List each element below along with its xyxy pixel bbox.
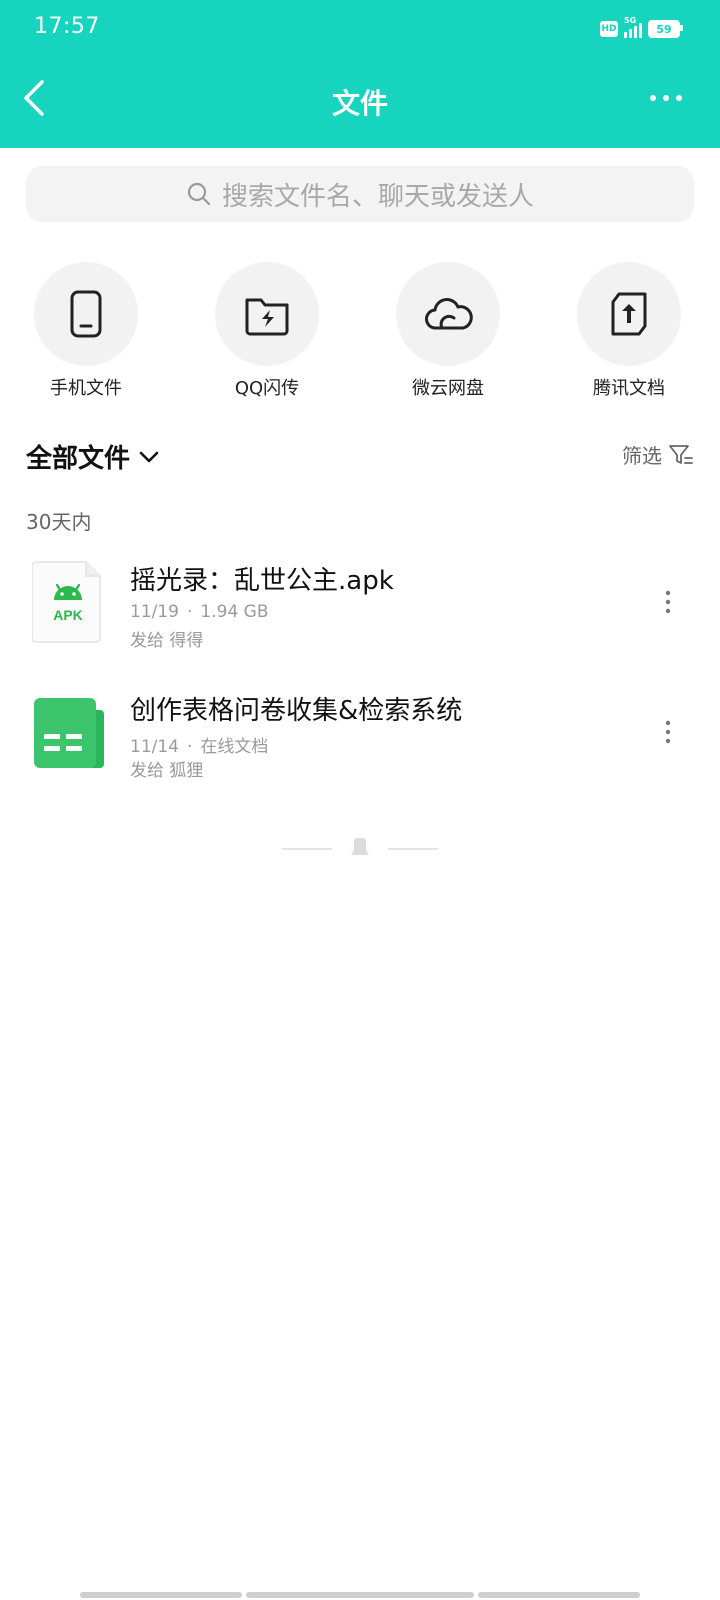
quick-access: 手机文件 QQ闪传 微云网盘 腾讯文档 [0,262,720,402]
spreadsheet-file-icon [32,690,104,774]
file-date: 11/14 [130,737,179,757]
filter-label: 筛选 [622,444,662,468]
more-vertical-icon [665,720,671,744]
quick-item-phone-files[interactable]: 手机文件 [16,262,156,400]
file-date: 11/19 [130,602,179,622]
more-vertical-icon [665,590,671,614]
phone-icon [70,290,102,338]
app-header: 17:57 HD 5G 59 文件 [0,0,720,148]
file-row[interactable]: 创作表格问卷收集&检索系统 11/14 · 在线文档 发给 狐狸 [0,690,720,800]
all-files-dropdown[interactable]: 全部文件 [26,438,160,475]
more-options-button[interactable] [648,88,684,108]
quick-item-weiyun[interactable]: 微云网盘 [378,262,518,400]
battery-icon: 59 [648,20,683,38]
gesture-bar [246,1592,474,1598]
file-recipient: 发给 得得 [130,631,204,651]
network-type: 5G [624,16,637,25]
hd-badge: HD [600,21,618,37]
tencent-docs-icon [611,292,647,336]
signal-icon: 5G [624,16,642,38]
flash-folder-icon [245,298,289,336]
nav-bar: 文件 [0,60,720,140]
quick-item-tencent-docs[interactable]: 腾讯文档 [559,262,699,400]
row-more-button[interactable] [656,582,680,622]
filter-button[interactable]: 筛选 [622,440,694,469]
section-header: 全部文件 筛选 [26,436,694,480]
gesture-bar [80,1592,242,1598]
chevron-down-icon [139,451,159,462]
status-time: 17:57 [34,14,100,39]
file-name: 摇光录：乱世公主.apk [130,566,394,596]
search-input[interactable]: 搜索文件名、聊天或发送人 [26,166,694,222]
cloud-icon [425,298,473,330]
search-placeholder: 搜索文件名、聊天或发送人 [221,181,534,212]
file-name: 创作表格问卷收集&检索系统 [130,696,463,726]
end-of-list-divider [282,836,438,860]
quick-item-qq-flash[interactable]: QQ闪传 [197,262,337,400]
file-row[interactable]: APK 摇光录：乱世公主.apk 11/19 · 1.94 GB 发给 得得 [0,560,720,670]
page-title: 文件 [331,87,388,120]
filter-icon [669,444,693,464]
gesture-bar [478,1592,640,1598]
quick-item-label: QQ闪传 [234,378,300,399]
apk-icon-text: APK [53,607,83,623]
file-meta: 11/14 · 在线文档 [130,737,269,757]
penguin-icon [351,836,369,855]
apk-file-icon: APK [31,560,104,644]
status-bar: 17:57 HD 5G 59 [0,0,720,56]
search-icon [187,182,211,206]
file-meta: 11/19 · 1.94 GB [130,602,269,622]
period-label: 30天内 [26,510,92,534]
quick-item-label: 微云网盘 [412,378,484,399]
quick-item-label: 腾讯文档 [593,378,665,399]
file-recipient: 发给 狐狸 [130,761,204,781]
section-title: 全部文件 [26,444,131,474]
file-type: 在线文档 [200,737,269,757]
file-size: 1.94 GB [200,602,269,622]
row-more-button[interactable] [656,712,680,752]
more-horizontal-icon [650,95,682,101]
status-icons: HD 5G 59 [600,16,683,40]
quick-item-label: 手机文件 [50,378,122,399]
